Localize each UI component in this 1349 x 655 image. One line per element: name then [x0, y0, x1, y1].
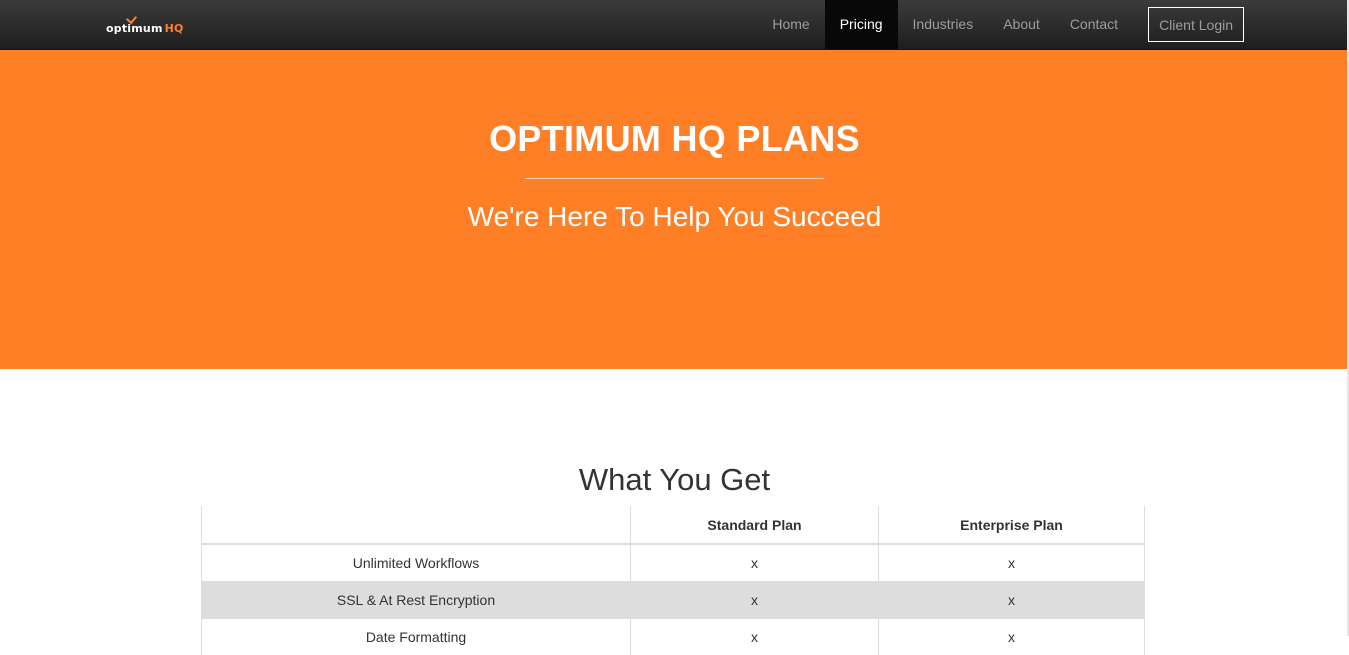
feature-cell: SSL & At Rest Encryption — [202, 582, 631, 619]
nav-home[interactable]: Home — [757, 0, 824, 49]
nav-about[interactable]: About — [988, 0, 1055, 49]
standard-cell: x — [631, 544, 879, 582]
enterprise-cell: x — [879, 582, 1145, 619]
standard-cell: x — [631, 582, 879, 619]
table-header-row: Standard Plan Enterprise Plan — [202, 506, 1145, 544]
top-navbar: optimum HQ Home Pricing Industries About… — [0, 0, 1349, 50]
standard-cell: x — [631, 619, 879, 655]
table-row: SSL & At Rest Encryption x x — [202, 582, 1145, 619]
client-login-button[interactable]: Client Login — [1148, 7, 1244, 42]
table-row: Unlimited Workflows x x — [202, 544, 1145, 582]
enterprise-cell: x — [879, 544, 1145, 582]
table-row: Date Formatting x x — [202, 619, 1145, 655]
hero-divider — [525, 178, 824, 179]
hero-banner: OPTIMUM HQ PLANS We're Here To Help You … — [0, 50, 1349, 369]
enterprise-cell: x — [879, 619, 1145, 655]
nav-contact[interactable]: Contact — [1055, 0, 1133, 49]
section-title: What You Get — [0, 462, 1349, 498]
logo-wordmark: optimum — [106, 22, 163, 36]
brand-logo[interactable]: optimum HQ — [106, 14, 184, 36]
logo-hq: HQ — [165, 22, 184, 36]
feature-cell: Unlimited Workflows — [202, 544, 631, 582]
plans-comparison-table: Standard Plan Enterprise Plan Unlimited … — [201, 506, 1145, 655]
main-nav: Home Pricing Industries About Contact Cl… — [757, 0, 1244, 49]
header-standard-plan: Standard Plan — [631, 506, 879, 544]
hero-title: OPTIMUM HQ PLANS — [0, 118, 1349, 160]
hero-subtitle: We're Here To Help You Succeed — [0, 201, 1349, 233]
nav-pricing[interactable]: Pricing — [825, 0, 898, 49]
nav-industries[interactable]: Industries — [898, 0, 989, 49]
header-enterprise-plan: Enterprise Plan — [879, 506, 1145, 544]
feature-cell: Date Formatting — [202, 619, 631, 655]
header-feature — [202, 506, 631, 544]
